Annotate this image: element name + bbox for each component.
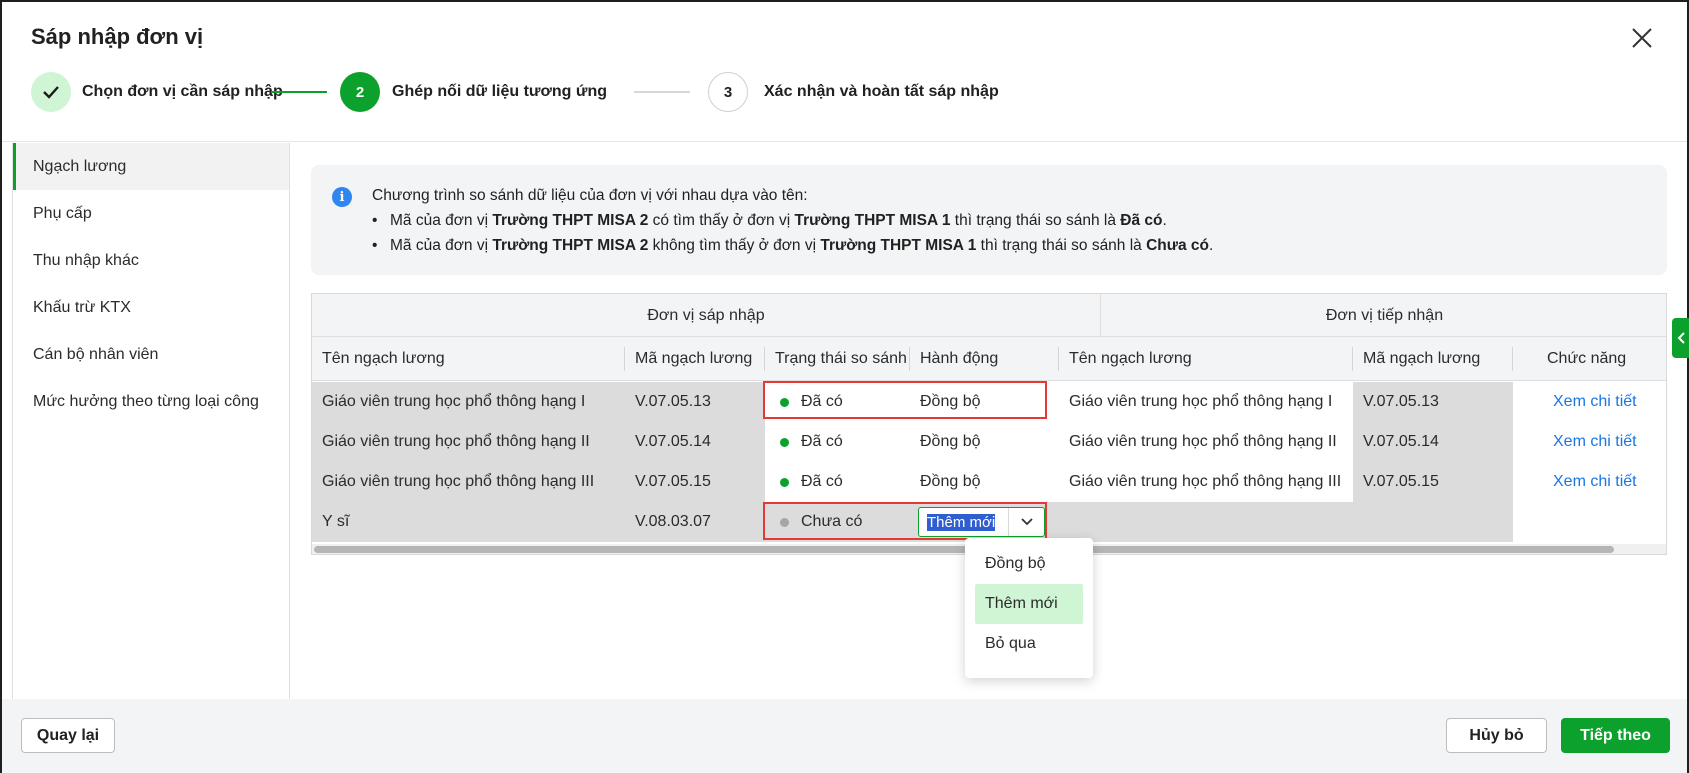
cell-function: Xem chi tiết: [1513, 462, 1666, 502]
sidebar-item-label: Phụ cấp: [33, 204, 92, 222]
view-detail-link[interactable]: Xem chi tiết: [1553, 433, 1637, 451]
cell-dst-name: Giáo viên trung học phổ thông hạng I: [1059, 382, 1353, 422]
cell-dst-code: V.07.05.15: [1353, 462, 1513, 502]
col-dst-code: Mã ngạch lương: [1353, 337, 1513, 381]
info-intro: Chương trình so sánh dữ liệu của đơn vị …: [372, 187, 808, 204]
cell-src-name: Giáo viên trung học phổ thông hạng I: [312, 382, 625, 422]
group-target: Đơn vị tiếp nhận: [1325, 306, 1444, 324]
option-bo-qua[interactable]: Bỏ qua: [975, 624, 1083, 664]
cell-status: Đã có: [765, 422, 910, 462]
info-icon: i: [332, 187, 352, 207]
col-src-name: Tên ngạch lương: [312, 337, 625, 381]
table-row: Giáo viên trung học phổ thông hạng I V.0…: [312, 382, 1666, 422]
view-detail-link[interactable]: Xem chi tiết: [1553, 473, 1637, 491]
cell-function: Xem chi tiết: [1513, 382, 1666, 422]
step-connector: [271, 91, 327, 93]
table-column-header: Tên ngạch lương Mã ngạch lương Trạng thá…: [312, 337, 1666, 381]
step-2-label: Ghép nối dữ liệu tương ứng: [392, 83, 607, 100]
cell-dst-code: V.07.05.14: [1353, 422, 1513, 462]
status-missing-dot: [780, 517, 789, 527]
cell-action[interactable]: Đồng bộ: [910, 422, 1059, 462]
cell-src-code: V.07.05.13: [625, 382, 765, 422]
cell-src-name: Giáo viên trung học phổ thông hạng II: [312, 422, 625, 462]
status-found-dot: [780, 477, 789, 487]
sidebar-item-khau-tru-ktx[interactable]: Khấu trừ KTX: [13, 284, 289, 331]
sidebar-item-label: Cán bộ nhân viên: [33, 345, 159, 363]
cell-dst-code: V.07.05.13: [1353, 382, 1513, 422]
close-icon[interactable]: [1628, 24, 1656, 52]
dialog-footer: Quay lại Hủy bỏ Tiếp theo: [2, 699, 1687, 773]
col-dst-name: Tên ngạch lương: [1059, 337, 1353, 381]
action-select-value[interactable]: Thêm mới: [919, 513, 1009, 531]
cell-action[interactable]: Đồng bộ: [910, 382, 1059, 422]
table-row: Giáo viên trung học phổ thông hạng III V…: [312, 462, 1666, 502]
panel-toggle-chevron-left-icon[interactable]: [1672, 318, 1689, 358]
step-2-number: 2: [340, 72, 380, 112]
cell-function: Xem chi tiết: [1513, 422, 1666, 462]
cell-status: Đã có: [765, 382, 910, 422]
info-rule-missing: • Mã của đơn vị Trường THPT MISA 2 không …: [372, 237, 1214, 254]
action-dropdown-menu: Đồng bộ Thêm mới Bỏ qua: [965, 538, 1093, 678]
table-group-header: Đơn vị sáp nhập Đơn vị tiếp nhận: [312, 294, 1666, 337]
chevron-down-icon[interactable]: [1008, 508, 1044, 536]
scrollbar-thumb[interactable]: [314, 546, 1614, 553]
action-select[interactable]: Thêm mới: [918, 507, 1045, 537]
info-rule-found: • Mã của đơn vị Trường THPT MISA 2 có tìm…: [372, 212, 1167, 229]
category-sidebar: Ngạch lương Phụ cấp Thu nhập khác Khấu t…: [12, 143, 290, 699]
cell-src-code: V.07.05.15: [625, 462, 765, 502]
sidebar-item-ngach-luong[interactable]: Ngạch lương: [13, 143, 289, 190]
dialog-title: Sáp nhập đơn vị: [31, 24, 204, 49]
sidebar-item-phu-cap[interactable]: Phụ cấp: [13, 190, 289, 237]
cell-function: [1513, 502, 1666, 542]
table-row: Giáo viên trung học phổ thông hạng II V.…: [312, 422, 1666, 462]
cell-dst-name: Giáo viên trung học phổ thông hạng II: [1059, 422, 1353, 462]
col-status: Trạng thái so sánh: [765, 337, 910, 381]
sidebar-item-label: Ngạch lương: [33, 157, 127, 175]
back-button[interactable]: Quay lại: [21, 718, 115, 753]
cell-dst-name: Giáo viên trung học phổ thông hạng III: [1059, 462, 1353, 502]
cell-dst-name: [1059, 502, 1513, 542]
status-found-dot: [780, 397, 789, 407]
mapping-table: Đơn vị sáp nhập Đơn vị tiếp nhận Tên ngạ…: [311, 293, 1667, 555]
col-action: Hành động: [910, 337, 1059, 381]
next-button[interactable]: Tiếp theo: [1561, 718, 1670, 753]
step-3-number: 3: [708, 72, 748, 112]
status-found-dot: [780, 437, 789, 447]
cell-status: Đã có: [765, 462, 910, 502]
option-dong-bo[interactable]: Đồng bộ: [975, 544, 1083, 584]
view-detail-link[interactable]: Xem chi tiết: [1553, 393, 1637, 411]
info-text: Chương trình so sánh dữ liệu của đơn vị …: [372, 183, 1213, 258]
sidebar-item-can-bo-nhan-vien[interactable]: Cán bộ nhân viên: [13, 331, 289, 378]
merge-units-dialog: Sáp nhập đơn vị Chọn đơn vị cần sáp nhập…: [0, 0, 1689, 773]
step-1-label: Chọn đơn vị cần sáp nhập: [82, 83, 283, 100]
cell-src-code: V.07.05.14: [625, 422, 765, 462]
col-function: Chức năng: [1547, 350, 1627, 367]
col-src-code: Mã ngạch lương: [625, 337, 765, 381]
step-connector: [634, 91, 690, 93]
option-them-moi[interactable]: Thêm mới: [975, 584, 1083, 624]
step-3-label: Xác nhận và hoàn tất sáp nhập: [764, 83, 999, 100]
sidebar-item-label: Mức hưởng theo từng loại công: [33, 392, 259, 410]
cell-action[interactable]: Đồng bộ: [910, 462, 1059, 502]
cell-src-code: V.08.03.07: [625, 502, 765, 542]
cell-status: Chưa có: [765, 502, 910, 542]
sidebar-item-label: Thu nhập khác: [33, 251, 139, 269]
info-notice: i Chương trình so sánh dữ liệu của đơn v…: [311, 165, 1667, 275]
sidebar-item-muc-huong[interactable]: Mức hưởng theo từng loại công: [13, 378, 289, 425]
cell-src-name: Y sĩ: [312, 502, 625, 542]
sidebar-item-label: Khấu trừ KTX: [33, 298, 131, 316]
dialog-header: Sáp nhập đơn vị Chọn đơn vị cần sáp nhập…: [2, 2, 1687, 142]
group-source: Đơn vị sáp nhập: [312, 294, 1101, 337]
cell-src-name: Giáo viên trung học phổ thông hạng III: [312, 462, 625, 502]
step-1-check-icon: [31, 72, 71, 112]
sidebar-item-thu-nhap-khac[interactable]: Thu nhập khác: [13, 237, 289, 284]
cancel-button[interactable]: Hủy bỏ: [1446, 718, 1547, 753]
